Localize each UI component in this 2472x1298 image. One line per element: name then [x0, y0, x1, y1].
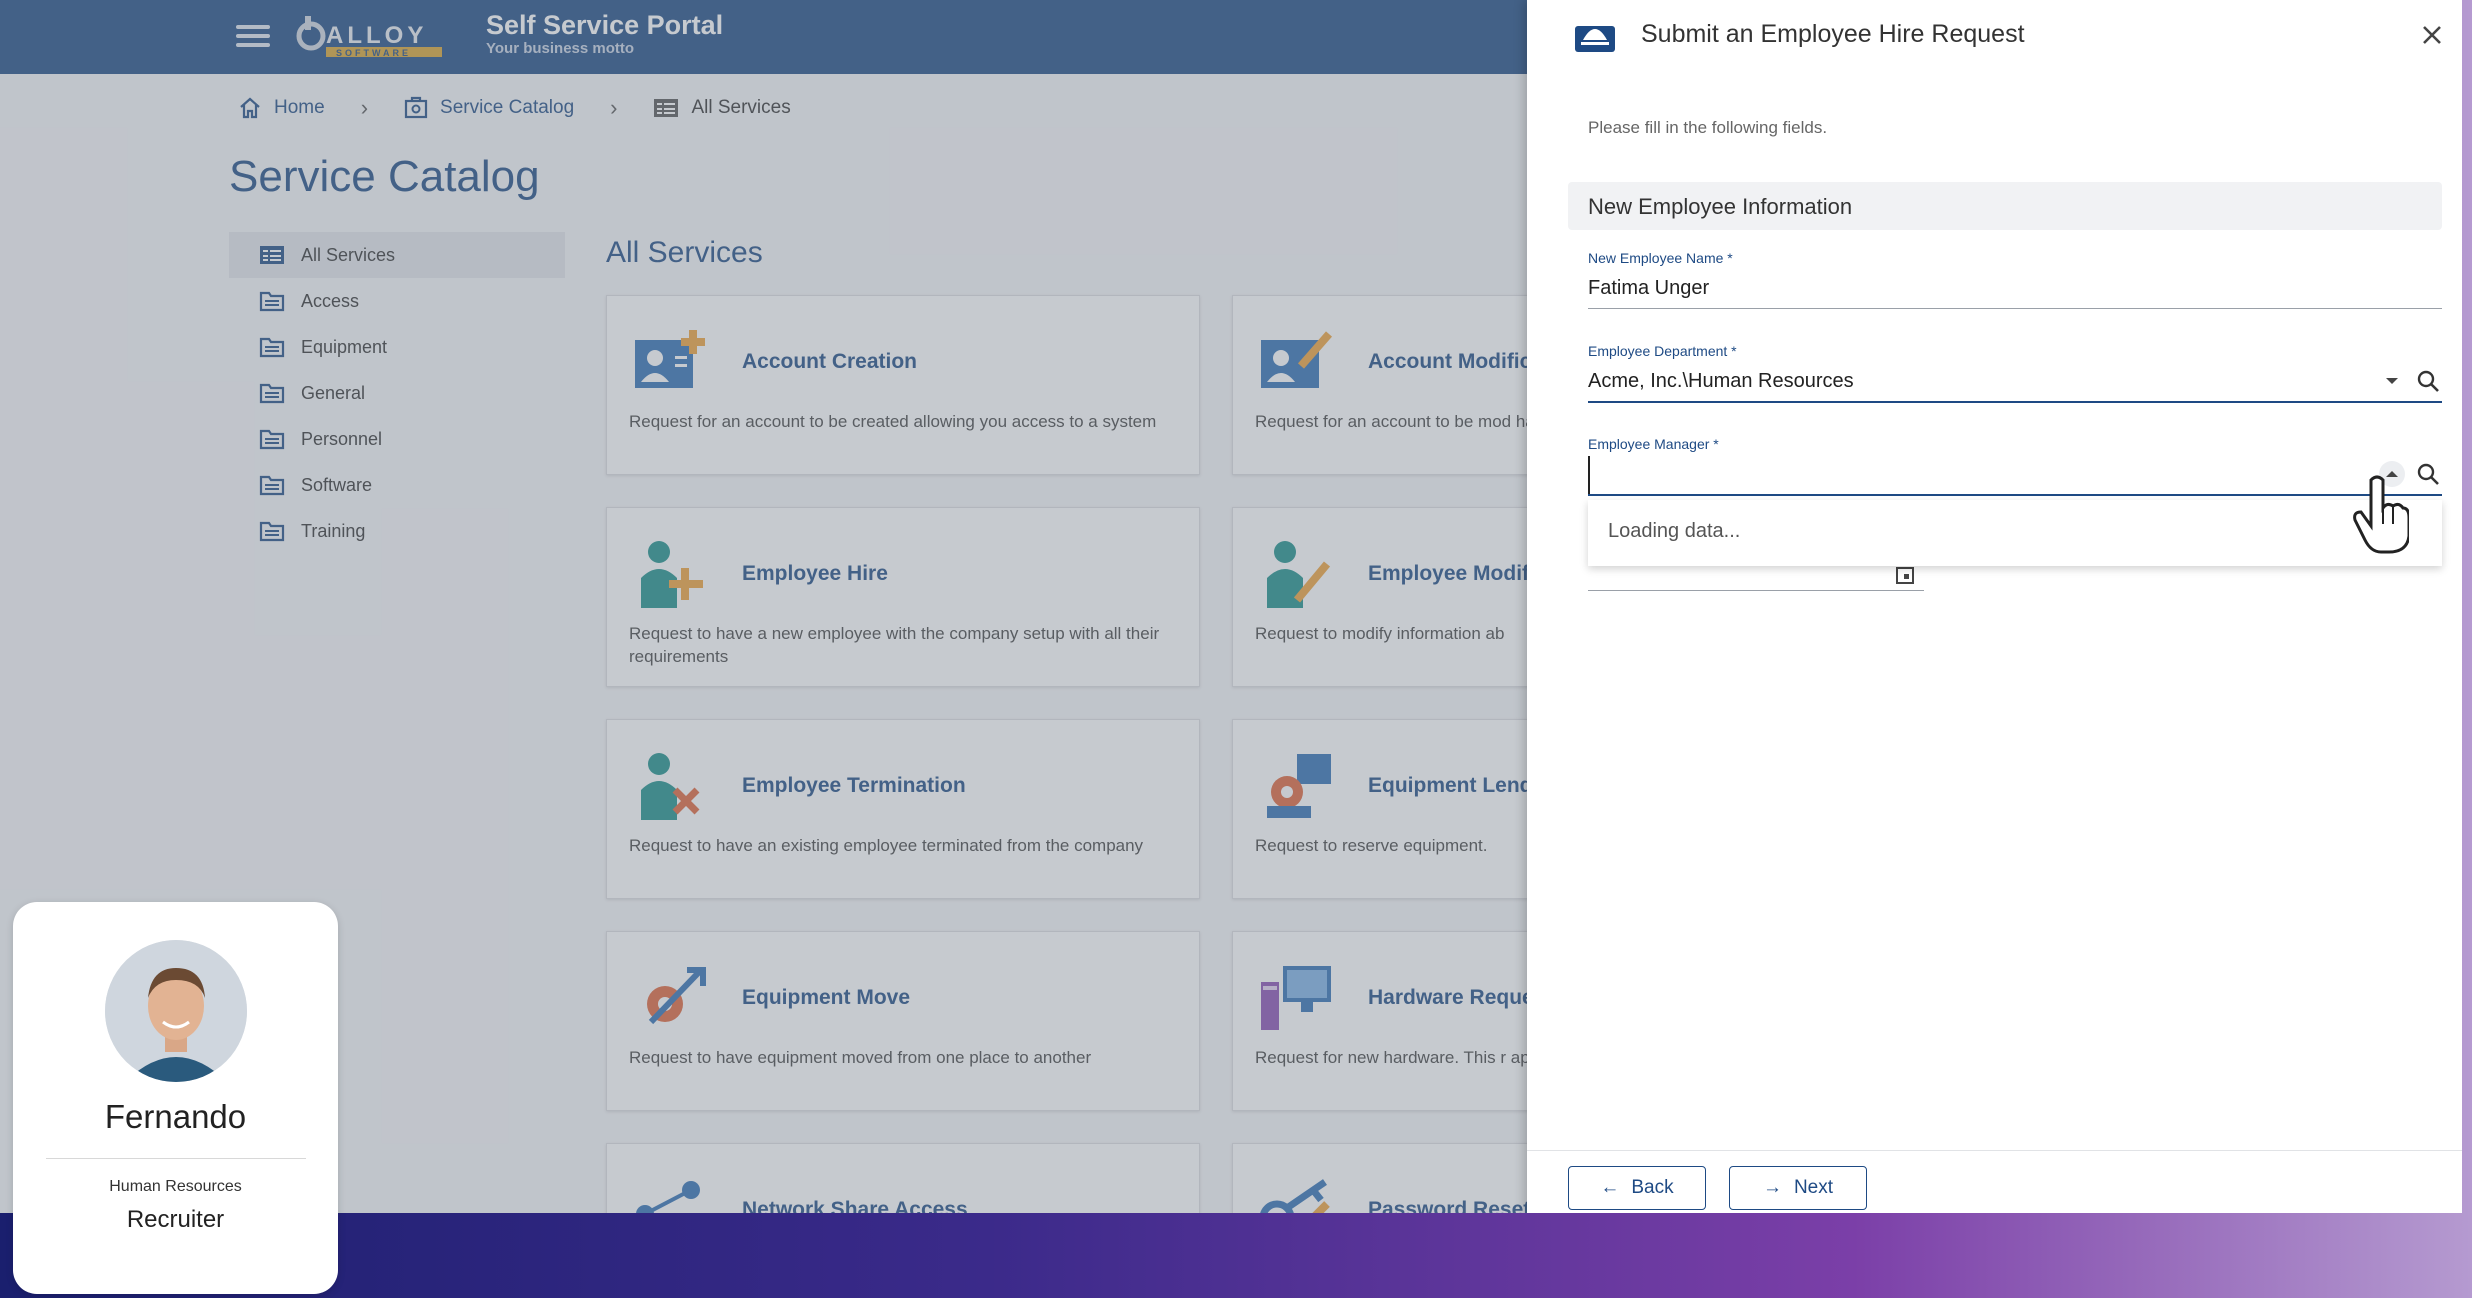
- app-window: ALLOY SOFTWARE Self Service Portal Your …: [0, 0, 2462, 1213]
- next-label: Next: [1793, 1177, 1834, 1198]
- back-label: Back: [1631, 1177, 1674, 1198]
- user-avatar: [105, 940, 247, 1082]
- calendar-icon[interactable]: [1894, 564, 1916, 586]
- user-department: Human Resources: [109, 1178, 242, 1195]
- search-icon[interactable]: [2414, 367, 2442, 395]
- employee-department-select[interactable]: Acme, Inc.\Human Resources: [1588, 361, 2442, 403]
- arrow-left-icon: ←: [1600, 1177, 1620, 1198]
- back-button[interactable]: ← Back: [1568, 1166, 1706, 1210]
- department-value: Acme, Inc.\Human Resources: [1588, 370, 1854, 392]
- employee-name-field: New Employee Name * Fatima Unger: [1588, 250, 2442, 309]
- drawer-title: Submit an Employee Hire Request: [1641, 20, 2025, 48]
- field-label: New Employee Name *: [1588, 250, 1733, 266]
- date-field-underline: [1588, 590, 1924, 591]
- loading-status: Loading data...: [1608, 520, 1741, 542]
- form-section-header: New Employee Information: [1568, 182, 2442, 230]
- field-label: Employee Manager *: [1588, 436, 1719, 452]
- employee-manager-input[interactable]: [1588, 455, 2310, 494]
- employee-manager-field: Employee Manager *: [1588, 436, 2442, 496]
- close-icon[interactable]: [2415, 18, 2449, 52]
- arrow-right-icon: →: [1762, 1177, 1782, 1198]
- field-label: Employee Department *: [1588, 343, 1737, 359]
- form-section-title: New Employee Information: [1588, 194, 1853, 219]
- employee-department-field: Employee Department * Acme, Inc.\Human R…: [1588, 343, 2442, 403]
- employee-name-input[interactable]: Fatima Unger: [1588, 268, 2442, 309]
- user-card: Fernando Human Resources Recruiter: [13, 902, 338, 1294]
- search-icon[interactable]: [2414, 460, 2442, 488]
- employee-manager-combobox[interactable]: [1588, 454, 2442, 496]
- drawer-footer: ← Back → Next: [1527, 1150, 2462, 1213]
- divider: [46, 1158, 306, 1159]
- form-instructions: Please fill in the following fields.: [1588, 118, 1828, 137]
- user-name: Fernando: [104, 1098, 247, 1135]
- next-button[interactable]: → Next: [1729, 1166, 1867, 1210]
- manager-dropdown: Loading data...: [1588, 500, 2442, 566]
- user-role: Recruiter: [126, 1206, 225, 1233]
- drawer-header: Submit an Employee Hire Request: [1527, 0, 2462, 70]
- caret-down-icon[interactable]: [2378, 367, 2406, 395]
- request-drawer: Submit an Employee Hire Request Please f…: [1527, 0, 2462, 1213]
- hand-pointer-icon: [2353, 475, 2409, 554]
- service-bell-icon: [1575, 26, 1615, 52]
